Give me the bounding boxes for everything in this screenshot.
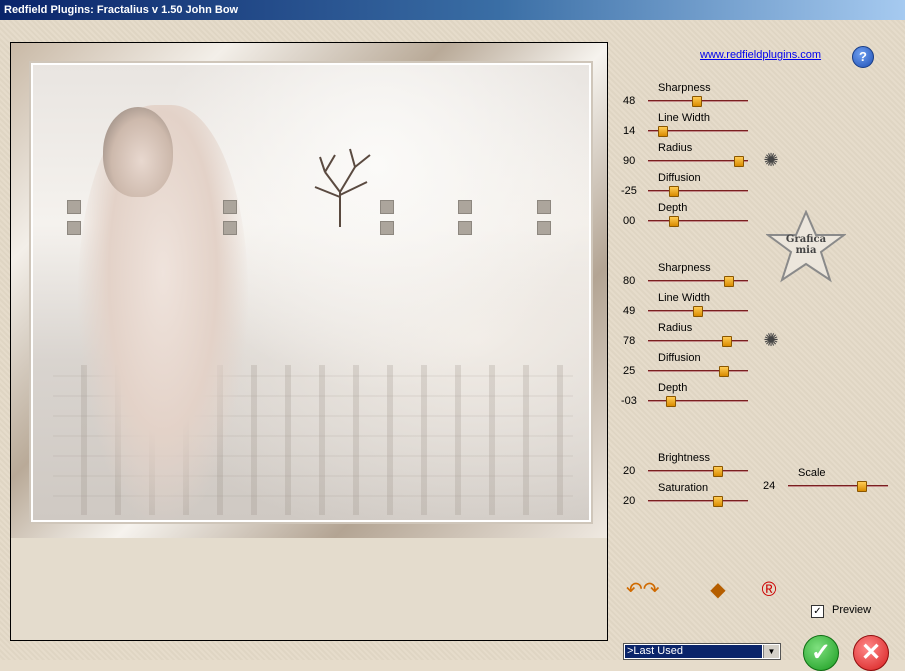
g1-sharpness-value: 48: [623, 95, 636, 107]
g2-diffusion-thumb[interactable]: [719, 366, 729, 377]
g2-sharpness-label: Sharpness: [658, 262, 711, 274]
g1-diffusion-label: Diffusion: [658, 172, 701, 184]
g2-depth-thumb[interactable]: [666, 396, 676, 407]
woman-head: [103, 107, 173, 197]
brightness-thumb[interactable]: [713, 466, 723, 477]
scale-label: Scale: [798, 467, 826, 479]
saturation-track[interactable]: [648, 500, 748, 502]
g2-linewidth-label: Line Width: [658, 292, 710, 304]
g2-radius-thumb[interactable]: [722, 336, 732, 347]
preview-label: Preview: [832, 604, 872, 616]
preview-image-content: [31, 63, 591, 522]
window-title: Redfield Plugins: Fractalius v 1.50 John…: [0, 0, 905, 20]
saturation-label: Saturation: [658, 482, 709, 494]
g1-linewidth-thumb[interactable]: [658, 126, 668, 137]
g2-radius-label: Radius: [658, 322, 693, 334]
g2-radius-value: 78: [623, 335, 636, 347]
g1-radius-label: Radius: [658, 142, 693, 154]
g1-radius-track[interactable]: [648, 160, 748, 162]
undo-redo-icon[interactable]: ↶↷: [626, 578, 660, 602]
g1-linewidth-label: Line Width: [658, 112, 710, 124]
cancel-button[interactable]: ✕: [853, 635, 889, 671]
g1-diffusion-thumb[interactable]: [669, 186, 679, 197]
g1-depth-thumb[interactable]: [669, 216, 679, 227]
badge-text: Grafica mia: [785, 234, 827, 256]
scale-value: 24: [763, 480, 776, 492]
g1-sharpness-thumb[interactable]: [692, 96, 702, 107]
g2-radius-track[interactable]: [648, 340, 748, 342]
g2-linewidth-value: 49: [623, 305, 636, 317]
reset-icon[interactable]: ®: [754, 578, 784, 602]
scale-thumb[interactable]: [857, 481, 867, 492]
dialog-body: www.redfieldplugins.com ? Sharpness 48 L…: [0, 20, 905, 671]
g2-diffusion-label: Diffusion: [658, 352, 701, 364]
g2-depth-value: -03: [621, 395, 637, 407]
g2-sharpness-thumb[interactable]: [724, 276, 734, 287]
brightness-value: 20: [623, 465, 636, 477]
g2-diffusion-track[interactable]: [648, 370, 748, 372]
chevron-down-icon[interactable]: ▼: [763, 645, 779, 658]
g1-radius-thumb[interactable]: [734, 156, 744, 167]
g1-diffusion-value: -25: [621, 185, 637, 197]
g1-radius-value: 90: [623, 155, 636, 167]
g1-sharpness-label: Sharpness: [658, 82, 711, 94]
brightness-track[interactable]: [648, 470, 748, 472]
g2-depth-track[interactable]: [648, 400, 748, 402]
preview-checkbox[interactable]: ✓: [811, 605, 824, 618]
randomize-star-icon-2[interactable]: ✺: [761, 330, 781, 350]
g1-depth-track[interactable]: [648, 220, 748, 222]
g2-linewidth-thumb[interactable]: [693, 306, 703, 317]
brightness-label: Brightness: [658, 452, 710, 464]
g1-depth-label: Depth: [658, 202, 688, 214]
scale-track[interactable]: [788, 485, 888, 487]
g2-diffusion-value: 25: [623, 365, 636, 377]
g1-depth-value: 00: [623, 215, 636, 227]
preview-image: [11, 43, 607, 538]
randomize-star-icon[interactable]: ✺: [761, 150, 781, 170]
preset-select-value: >Last Used: [625, 645, 762, 658]
g1-linewidth-value: 14: [623, 125, 636, 137]
g1-diffusion-track[interactable]: [648, 190, 748, 192]
website-link[interactable]: www.redfieldplugins.com: [700, 49, 821, 61]
tree-graphic: [314, 148, 371, 227]
g2-sharpness-value: 80: [623, 275, 636, 287]
preview-area[interactable]: [10, 42, 608, 641]
preset-select[interactable]: >Last Used ▼: [623, 643, 781, 660]
help-icon[interactable]: ?: [852, 46, 874, 68]
saturation-value: 20: [623, 495, 636, 507]
g2-depth-label: Depth: [658, 382, 688, 394]
random-dice-icon[interactable]: ◆: [703, 578, 733, 602]
saturation-thumb[interactable]: [713, 496, 723, 507]
ok-button[interactable]: ✓: [803, 635, 839, 671]
